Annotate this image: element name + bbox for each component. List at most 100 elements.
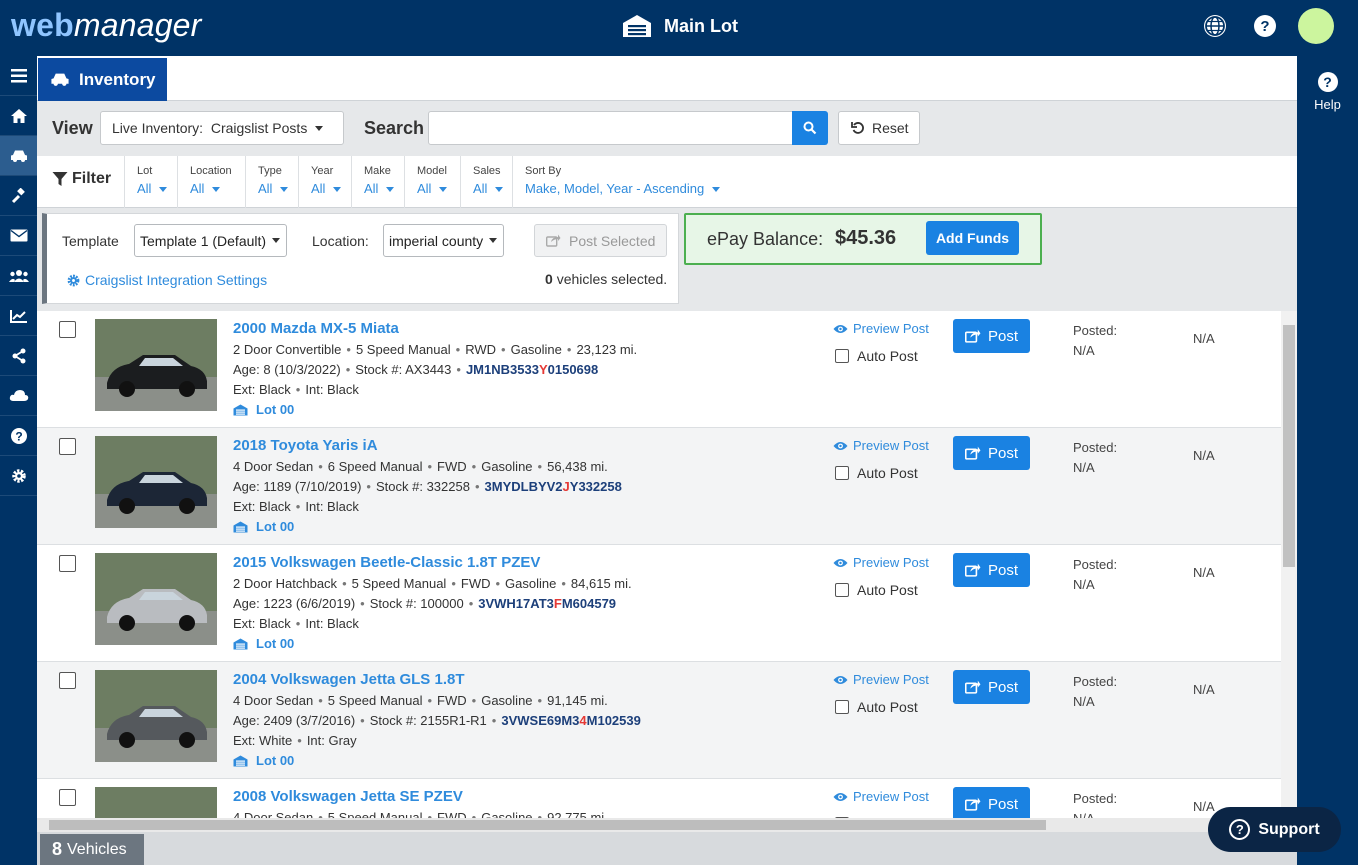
vehicle-lot-link[interactable]: Lot 00: [233, 636, 294, 651]
checkbox-box[interactable]: [835, 349, 849, 363]
template-select[interactable]: Template 1 (Default): [134, 224, 287, 257]
preview-post-link[interactable]: Preview Post: [833, 321, 929, 336]
globe-icon[interactable]: [1204, 15, 1226, 37]
users-icon[interactable]: [0, 256, 37, 296]
filter-model[interactable]: Model All: [404, 156, 448, 208]
vehicle-photo[interactable]: [95, 319, 217, 411]
vehicle-lot-link[interactable]: Lot 00: [233, 753, 294, 768]
vehicle-lot-link[interactable]: Lot 00: [233, 519, 294, 534]
auto-post-checkbox[interactable]: Auto Post: [835, 582, 918, 598]
checkbox-box[interactable]: [835, 700, 849, 714]
auto-post-checkbox[interactable]: Auto Post: [835, 699, 918, 715]
craigslist-settings-link[interactable]: Craigslist Integration Settings: [67, 272, 267, 288]
location-select[interactable]: imperial county: [383, 224, 504, 257]
vehicle-photo[interactable]: [95, 787, 217, 818]
menu-icon[interactable]: [0, 56, 37, 96]
post-expiry-value: N/A: [1193, 682, 1215, 697]
add-funds-button[interactable]: Add Funds: [926, 221, 1019, 255]
inventory-view-select[interactable]: Live Inventory: Craigslist Posts: [100, 111, 344, 145]
posted-status: Posted:N/A: [1073, 557, 1118, 592]
vehicle-specs: 2 Door Hatchback • 5 Speed Manual • FWD • Gaso…: [233, 576, 632, 591]
post-expiry-value: N/A: [1193, 799, 1215, 814]
scrollbar-thumb[interactable]: [1283, 325, 1295, 567]
help-button[interactable]: ? Help: [1297, 72, 1358, 112]
vehicles-selected-count: 0 vehicles selected.: [545, 271, 668, 287]
envelope-icon[interactable]: [0, 216, 37, 256]
filter-year[interactable]: Year All: [298, 156, 342, 208]
vehicle-title-link[interactable]: 2008 Volkswagen Jetta SE PZEV: [233, 788, 463, 805]
vehicle-photo[interactable]: [95, 553, 217, 645]
lot-selector[interactable]: Main Lot: [622, 14, 738, 38]
share-square-icon: [964, 329, 981, 343]
post-button[interactable]: Post: [953, 787, 1030, 818]
vehicle-row: 2018 Toyota Yaris iA 4 Door Sedan • 6 Speed…: [37, 428, 1281, 545]
vehicle-photo[interactable]: [95, 436, 217, 528]
checkbox-box[interactable]: [835, 466, 849, 480]
post-button[interactable]: Post: [953, 670, 1030, 704]
home-icon[interactable]: [0, 96, 37, 136]
horizontal-scrollbar[interactable]: [37, 818, 1297, 832]
post-button[interactable]: Post: [953, 553, 1030, 587]
help-question-icon[interactable]: ?: [1254, 15, 1276, 37]
search-input[interactable]: [428, 111, 793, 145]
filter-sales[interactable]: Sales All: [460, 156, 504, 208]
filter-location[interactable]: Location All: [177, 156, 232, 208]
right-help-bar: ? Help: [1297, 56, 1358, 865]
post-selected-button[interactable]: Post Selected: [534, 224, 667, 257]
filter-sort-by[interactable]: Sort By Make, Model, Year - Ascending: [512, 156, 721, 208]
footer-bar: 8 Vehicles: [37, 832, 1297, 865]
vehicle-photo[interactable]: [95, 670, 217, 762]
search-icon: [803, 121, 817, 135]
vehicle-lot-link[interactable]: Lot 00: [233, 402, 294, 417]
vehicle-colors: Ext: Black • Int: Black: [233, 616, 359, 631]
row-select-checkbox[interactable]: [59, 672, 76, 689]
row-select-checkbox[interactable]: [59, 321, 76, 338]
vehicle-title-link[interactable]: 2000 Mazda MX-5 Miata: [233, 320, 399, 337]
chevron-down-icon: [212, 187, 221, 193]
chart-icon[interactable]: [0, 296, 37, 336]
preview-post-link[interactable]: Preview Post: [833, 438, 929, 453]
filter-type[interactable]: Type All: [245, 156, 289, 208]
template-label: Template: [62, 233, 119, 249]
gear-icon[interactable]: [0, 456, 37, 496]
row-select-checkbox[interactable]: [59, 789, 76, 806]
webmanager-logo[interactable]: webmanager: [11, 7, 202, 44]
preview-post-link[interactable]: Preview Post: [833, 789, 929, 804]
reset-button[interactable]: Reset: [838, 111, 920, 145]
chevron-down-icon: [386, 187, 395, 193]
filter-lot[interactable]: Lot All: [124, 156, 168, 208]
chevron-down-icon: [439, 187, 448, 193]
chevron-down-icon: [159, 187, 168, 193]
tab-inventory[interactable]: Inventory: [38, 58, 167, 101]
car-icon[interactable]: [0, 136, 37, 176]
chevron-down-icon: [712, 187, 721, 193]
filter-make[interactable]: Make All: [351, 156, 395, 208]
search-button[interactable]: [792, 111, 828, 145]
warehouse-icon: [623, 15, 651, 37]
vehicle-title-link[interactable]: 2015 Volkswagen Beetle-Classic 1.8T PZEV: [233, 554, 540, 571]
auto-post-checkbox[interactable]: Auto Post: [835, 465, 918, 481]
user-avatar[interactable]: [1298, 8, 1334, 44]
vehicle-row: 2000 Mazda MX-5 Miata 2 Door Convertible •…: [37, 311, 1281, 428]
eye-icon: [833, 441, 848, 450]
support-button[interactable]: ? Support: [1208, 807, 1341, 852]
vehicle-title-link[interactable]: 2004 Volkswagen Jetta GLS 1.8T: [233, 671, 465, 688]
question-icon[interactable]: ?: [0, 416, 37, 456]
share-icon[interactable]: [0, 336, 37, 376]
checkbox-box[interactable]: [835, 583, 849, 597]
auto-post-checkbox[interactable]: Auto Post: [835, 348, 918, 364]
row-select-checkbox[interactable]: [59, 555, 76, 572]
filter-label[interactable]: Filter: [52, 170, 111, 188]
preview-post-link[interactable]: Preview Post: [833, 672, 929, 687]
post-button[interactable]: Post: [953, 319, 1030, 353]
scrollbar-thumb[interactable]: [49, 820, 1046, 830]
share-square-icon: [964, 446, 981, 460]
preview-post-link[interactable]: Preview Post: [833, 555, 929, 570]
posted-status: Posted:N/A: [1073, 674, 1118, 709]
post-button[interactable]: Post: [953, 436, 1030, 470]
cloud-icon[interactable]: [0, 376, 37, 416]
row-select-checkbox[interactable]: [59, 438, 76, 455]
vehicle-title-link[interactable]: 2018 Toyota Yaris iA: [233, 437, 378, 454]
gavel-icon[interactable]: [0, 176, 37, 216]
vertical-scrollbar[interactable]: [1281, 311, 1297, 818]
